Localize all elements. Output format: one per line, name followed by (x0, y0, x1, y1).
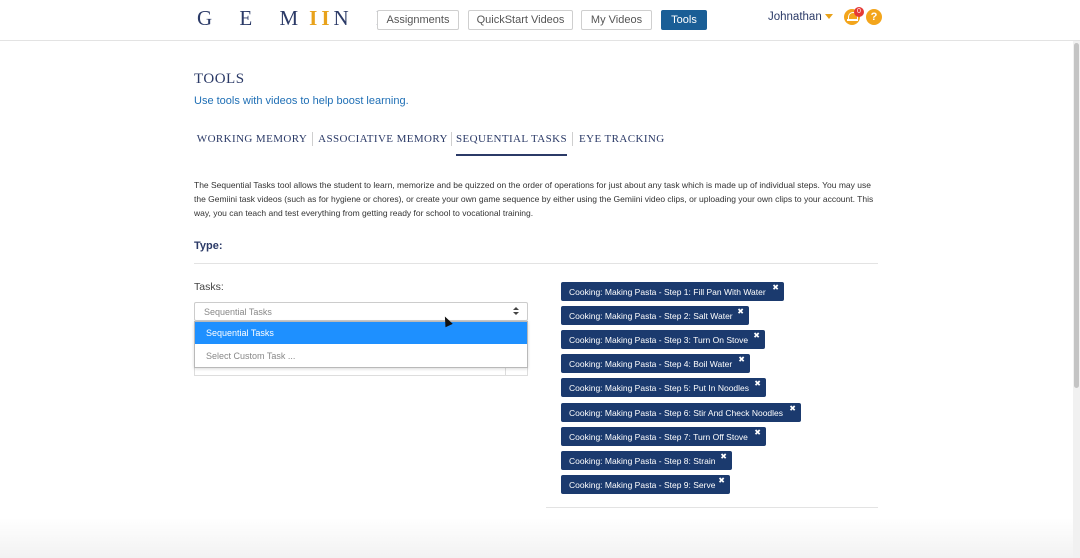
option-sequential-tasks[interactable]: Sequential Tasks (195, 322, 527, 344)
remove-chip-icon[interactable]: ✖ (754, 379, 761, 388)
gemiini-logo[interactable]: G E MIIN I (197, 6, 394, 34)
tasks-dropdown: Sequential Tasks Select Custom Task ... (194, 321, 528, 368)
task-chip: Cooking: Making Pasta - Step 7: Turn Off… (561, 427, 766, 446)
remove-chip-icon[interactable]: ✖ (720, 452, 727, 461)
tab-working-memory[interactable]: WORKING MEMORY (194, 128, 310, 156)
remove-chip-icon[interactable]: ✖ (738, 355, 745, 364)
remove-chip-icon[interactable]: ✖ (754, 428, 761, 437)
tasks-select[interactable]: Sequential Tasks (194, 302, 528, 321)
user-name: Johnathan (768, 11, 822, 23)
vertical-scrollbar[interactable] (1073, 41, 1080, 558)
task-chip: Cooking: Making Pasta - Step 3: Turn On … (561, 330, 765, 349)
chip-label: Cooking: Making Pasta - Step 9: Serve (569, 480, 716, 490)
sort-arrows-icon (513, 307, 519, 316)
task-chip: Cooking: Making Pasta - Step 6: Stir And… (561, 403, 801, 422)
notification-badge: 0 (854, 7, 864, 17)
page-footer-fade (0, 518, 1073, 558)
tasks-select-value: Sequential Tasks (204, 307, 272, 317)
remove-chip-icon[interactable]: ✖ (753, 331, 760, 340)
chip-label: Cooking: Making Pasta - Step 1: Fill Pan… (569, 287, 766, 297)
divider (546, 507, 878, 508)
page-subtitle: Use tools with videos to help boost lear… (194, 95, 409, 107)
top-header: G E MIIN I Assignments QuickStart Videos… (0, 0, 1080, 41)
nav-my-videos[interactable]: My Videos (581, 10, 652, 30)
remove-chip-icon[interactable]: ✖ (737, 307, 744, 316)
divider (194, 263, 878, 264)
tasks-label: Tasks: (194, 281, 224, 293)
tool-description: The Sequential Tasks tool allows the stu… (194, 180, 874, 218)
chip-label: Cooking: Making Pasta - Step 7: Turn Off… (569, 432, 748, 442)
chip-label: Cooking: Making Pasta - Step 6: Stir And… (569, 408, 784, 418)
task-chip: Cooking: Making Pasta - Step 2: Salt Wat… (561, 306, 749, 325)
type-label: Type: (194, 240, 223, 252)
chip-label: Cooking: Making Pasta - Step 3: Turn On … (569, 335, 749, 345)
chip-label: Cooking: Making Pasta - Step 4: Boil Wat… (569, 359, 733, 369)
tab-associative-memory[interactable]: ASSOCIATIVE MEMORY (318, 128, 448, 156)
page-title: TOOLS (194, 71, 245, 87)
task-chip: Cooking: Making Pasta - Step 4: Boil Wat… (561, 354, 750, 373)
task-chip: Cooking: Making Pasta - Step 1: Fill Pan… (561, 282, 784, 301)
scrollbar-thumb[interactable] (1074, 43, 1079, 388)
task-chip: Cooking: Making Pasta - Step 9: Serve ✖ (561, 475, 730, 494)
user-menu[interactable]: Johnathan (768, 11, 833, 23)
tab-sequential-tasks[interactable]: SEQUENTIAL TASKS (456, 128, 567, 156)
nav-tools[interactable]: Tools (661, 10, 707, 30)
task-chip: Cooking: Making Pasta - Step 8: Strain ✖ (561, 451, 732, 470)
tab-divider (572, 132, 573, 146)
tab-eye-tracking[interactable]: EYE TRACKING (579, 128, 664, 156)
caret-down-icon (824, 14, 833, 20)
nav-quickstart-videos[interactable]: QuickStart Videos (468, 10, 573, 30)
chip-label: Cooking: Making Pasta - Step 2: Salt Wat… (569, 311, 733, 321)
help-icon[interactable]: ? (866, 9, 882, 25)
task-chip: Cooking: Making Pasta - Step 5: Put In N… (561, 378, 766, 397)
remove-chip-icon[interactable]: ✖ (789, 404, 796, 413)
tab-divider (312, 132, 313, 146)
option-custom-task[interactable]: Select Custom Task ... (195, 345, 527, 367)
remove-chip-icon[interactable]: ✖ (718, 476, 725, 485)
nav-assignments[interactable]: Assignments (377, 10, 459, 30)
chip-label: Cooking: Making Pasta - Step 5: Put In N… (569, 383, 750, 393)
tab-divider (451, 132, 452, 146)
remove-chip-icon[interactable]: ✖ (772, 283, 779, 292)
chip-label: Cooking: Making Pasta - Step 8: Strain (569, 456, 716, 466)
